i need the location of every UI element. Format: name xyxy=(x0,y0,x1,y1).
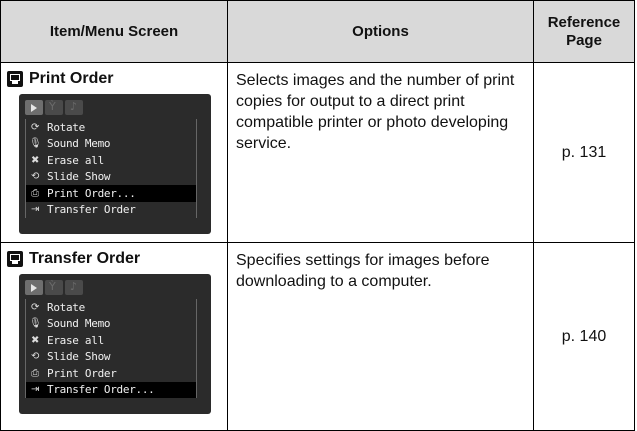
transfer-order-icon xyxy=(7,251,23,267)
camera-menu-item-label: Rotate xyxy=(47,300,85,314)
camera-menu-item: ⇥ Transfer Order... xyxy=(26,381,196,398)
header-reference-line2: Page xyxy=(566,31,602,49)
camera-menu-item-label: Sound Memo xyxy=(47,317,111,331)
my-camera-tab-icon xyxy=(65,100,83,115)
transfer-icon: ⇥ xyxy=(30,384,40,396)
camera-menu-item-label: Rotate xyxy=(47,120,85,134)
reference-page: p. 140 xyxy=(533,242,635,431)
item-title-text: Transfer Order xyxy=(29,250,141,267)
camera-menu-list: ⟳ Rotate 🎙 Sound Memo ✖ Erase all ⟲ Slide Show ⎙… xyxy=(25,299,197,398)
reference-page: p. 131 xyxy=(533,62,635,243)
camera-menu-item-label: Print Order xyxy=(47,366,117,380)
camera-menu-screen: ⟳Rotate🎙Sound Memo✖Erase all⟲Slide Show⎙… xyxy=(19,274,211,414)
table-row: Print Order ⟳ Rotate 🎙 Sound Memo ✖ Erase all… xyxy=(0,62,635,243)
camera-menu-item-label: Slide Show xyxy=(47,170,111,184)
camera-menu-item-label: Slide Show xyxy=(47,350,111,364)
camera-menu-tabs xyxy=(25,280,205,295)
item-cell: Transfer Order ⟳ Rotate 🎙 Sound Memo ✖ Erase … xyxy=(0,242,228,431)
camera-menu-item-label: Erase all xyxy=(47,153,104,167)
camera-menu-tabs xyxy=(25,100,205,115)
slideshow-icon: ⟲ xyxy=(30,171,40,183)
camera-menu-item: ✖ Erase all xyxy=(26,152,196,169)
item-title: Print Order xyxy=(7,69,227,89)
header-options: Options xyxy=(227,0,534,63)
camera-menu-item-label: Print Order... xyxy=(47,186,136,200)
rotate-icon: ⟳ xyxy=(30,301,40,313)
camera-menu-item: ⎙ Print Order xyxy=(26,365,196,382)
erase-icon: ✖ xyxy=(30,334,40,346)
microphone-icon: 🎙 xyxy=(29,318,42,330)
my-camera-tab-icon xyxy=(65,280,83,295)
rotate-icon: ⟳ xyxy=(30,121,40,133)
item-cell: Print Order ⟳ Rotate 🎙 Sound Memo ✖ Erase all… xyxy=(0,62,228,243)
camera-menu-item: ⟲ Slide Show xyxy=(26,349,196,366)
camera-menu-item: ⎙ Print Order... xyxy=(26,185,196,202)
camera-menu-item-label: Transfer Order... xyxy=(47,383,155,397)
item-title: Transfer Order xyxy=(7,249,227,269)
play-tab-icon xyxy=(25,280,43,295)
camera-menu-item: ⟲ Slide Show xyxy=(26,169,196,186)
camera-menu-item-label: Sound Memo xyxy=(47,137,111,151)
table-row: Transfer Order ⟳ Rotate 🎙 Sound Memo ✖ Erase … xyxy=(0,242,635,431)
header-reference: Reference Page xyxy=(533,0,635,63)
reference-table: Item/Menu Screen Options Reference Page … xyxy=(0,0,635,431)
camera-menu-item-label: Transfer Order xyxy=(47,203,136,217)
header-row: Item/Menu Screen Options Reference Page xyxy=(0,0,635,63)
setup-tab-icon xyxy=(45,100,63,115)
slideshow-icon: ⟲ xyxy=(30,351,40,363)
print-order-icon xyxy=(7,71,23,87)
options-cell: Specifies settings for images before dow… xyxy=(227,242,534,431)
camera-menu-screen: ⟳Rotate🎙Sound Memo✖Erase all⟲Slide Show⎙… xyxy=(19,94,211,234)
item-title-text: Print Order xyxy=(29,70,114,87)
camera-menu-item-label: Erase all xyxy=(47,333,104,347)
camera-menu-item: ⇥ Transfer Order xyxy=(26,202,196,219)
transfer-icon: ⇥ xyxy=(30,204,40,216)
print-icon: ⎙ xyxy=(31,187,39,199)
camera-menu-item: 🎙 Sound Memo xyxy=(26,316,196,333)
camera-menu-item: ⟳ Rotate xyxy=(26,119,196,136)
camera-menu-item: ⟳ Rotate xyxy=(26,299,196,316)
setup-tab-icon xyxy=(45,280,63,295)
print-icon: ⎙ xyxy=(31,367,39,379)
options-cell: Selects images and the number of print c… xyxy=(227,62,534,243)
header-reference-line1: Reference xyxy=(547,14,621,32)
camera-menu-list: ⟳ Rotate 🎙 Sound Memo ✖ Erase all ⟲ Slide Show ⎙… xyxy=(25,119,197,218)
header-item: Item/Menu Screen xyxy=(0,0,228,63)
erase-icon: ✖ xyxy=(30,154,40,166)
camera-menu-item: 🎙 Sound Memo xyxy=(26,136,196,153)
play-tab-icon xyxy=(25,100,43,115)
microphone-icon: 🎙 xyxy=(29,138,42,150)
camera-menu-item: ✖ Erase all xyxy=(26,332,196,349)
